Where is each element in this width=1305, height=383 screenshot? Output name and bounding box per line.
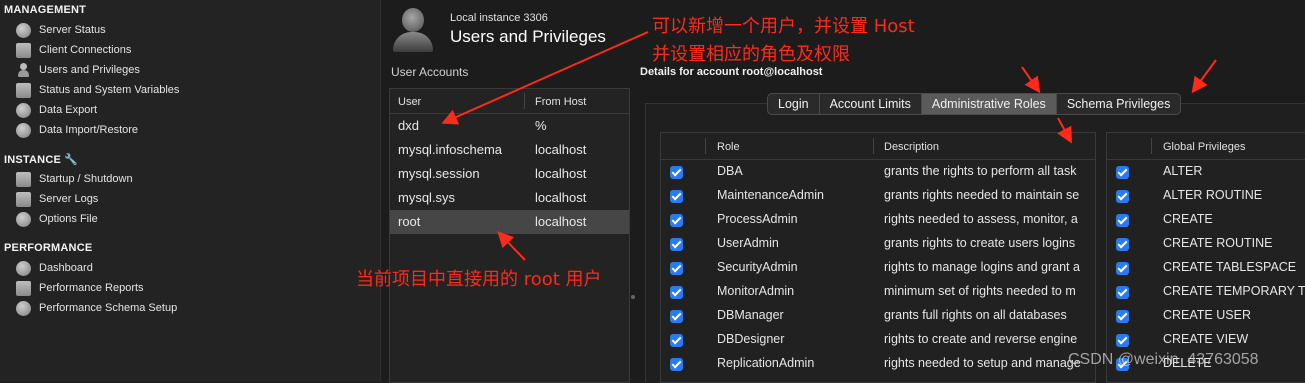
annotation-roles: 并设置相应的角色及权限 bbox=[652, 44, 850, 65]
arrow-to-root bbox=[497, 231, 526, 261]
arrow-to-schema-tab bbox=[1191, 59, 1217, 94]
watermark: CSDN @weixin_43763058 bbox=[1068, 351, 1259, 368]
arrow-to-roles-tab bbox=[1021, 66, 1041, 94]
annotation-add-user: 可以新增一个用户，并设置 Host bbox=[652, 16, 915, 37]
annotation-root: 当前项目中直接用的 root 用户 bbox=[356, 269, 602, 290]
arrow-to-roles-table bbox=[1057, 117, 1072, 144]
arrow-to-dxd bbox=[441, 31, 649, 125]
